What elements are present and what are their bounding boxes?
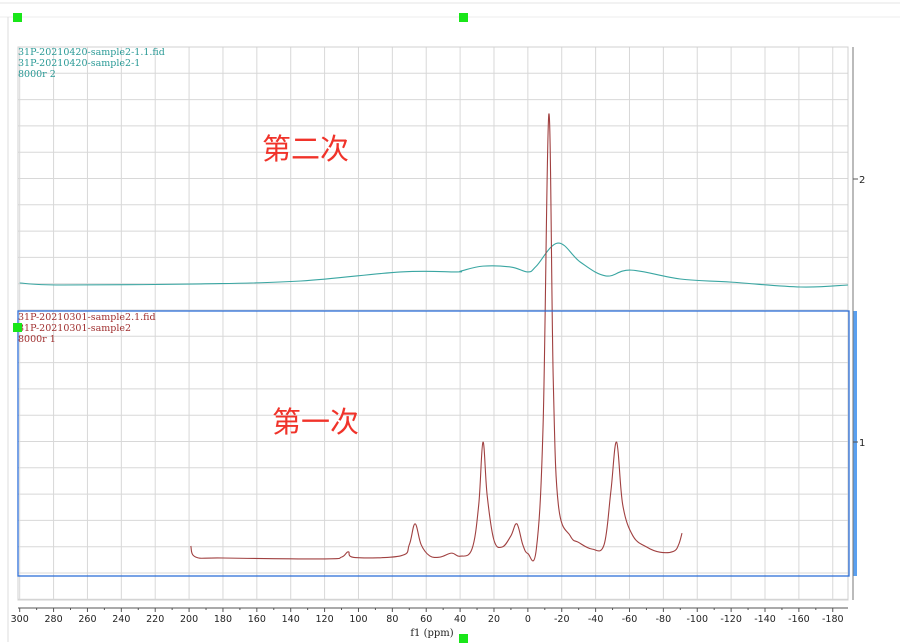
resize-handle-middle-left[interactable] [13, 323, 22, 332]
x-tick-label: -20 [554, 614, 570, 625]
x-tick-label: 300 [11, 614, 29, 625]
x-tick-label: 180 [214, 614, 232, 625]
x-tick-label: 240 [112, 614, 130, 625]
spectrum-2-label-line: 31P-20210420-sample2-1.1.fid [18, 47, 165, 58]
x-axis-label: f1 (ppm) [410, 628, 453, 639]
annotation-second: 第二次 [262, 132, 350, 166]
x-tick-label: -180 [822, 614, 844, 625]
resize-handle-top-left[interactable] [13, 13, 22, 22]
x-tick-label: 100 [349, 614, 367, 625]
right-axis-label: 2 [859, 175, 865, 186]
x-tick-label: -140 [754, 614, 776, 625]
right-axis-label: 1 [859, 438, 865, 449]
x-tick-label: 20 [488, 614, 500, 625]
x-tick-label: 80 [386, 614, 398, 625]
x-tick-label: -100 [686, 614, 708, 625]
x-tick-label: 280 [45, 614, 63, 625]
x-tick-label: 140 [282, 614, 300, 625]
x-tick-label: 260 [78, 614, 96, 625]
x-tick-label: 40 [454, 614, 466, 625]
annotation-first: 第一次 [272, 405, 360, 439]
selection-bar[interactable] [853, 311, 857, 576]
x-tick-label: 0 [525, 614, 531, 625]
spectrum-1-label-line: 31P-20210301-sample2.1.fid [18, 312, 156, 323]
x-tick-label: 160 [248, 614, 266, 625]
x-tick-label: -80 [656, 614, 672, 625]
x-axis: 300 280 260 240 220 200 180 160 140 120 100 80 60 40 2… [11, 607, 848, 625]
x-tick-label: 220 [146, 614, 164, 625]
x-tick-label: -60 [622, 614, 638, 625]
x-tick-label: -120 [720, 614, 742, 625]
selected-spectrum-box[interactable] [17, 310, 850, 577]
spectrum-2-label-line: 31P-20210420-sample2-1 [18, 58, 141, 69]
spectrum-1-labels: 31P-20210301-sample2.1.fid 31P-20210301-… [18, 312, 156, 345]
resize-handle-top-center[interactable] [459, 13, 468, 22]
spectrum-1-label-line: 31P-20210301-sample2 [18, 323, 132, 334]
spectrum-2-trace[interactable] [19, 242, 849, 288]
x-tick-label: -160 [788, 614, 810, 625]
spectrum-2-labels: 31P-20210420-sample2-1.1.fid 31P-2021042… [18, 47, 165, 80]
x-tick-label: 60 [420, 614, 432, 625]
x-tick-label: 200 [180, 614, 198, 625]
spectrum-1-label-line: 8000r 1 [18, 334, 56, 345]
spectrum-2-label-line: 8000r 2 [18, 69, 56, 80]
x-tick-label: 120 [316, 614, 334, 625]
x-tick-label: -40 [588, 614, 604, 625]
